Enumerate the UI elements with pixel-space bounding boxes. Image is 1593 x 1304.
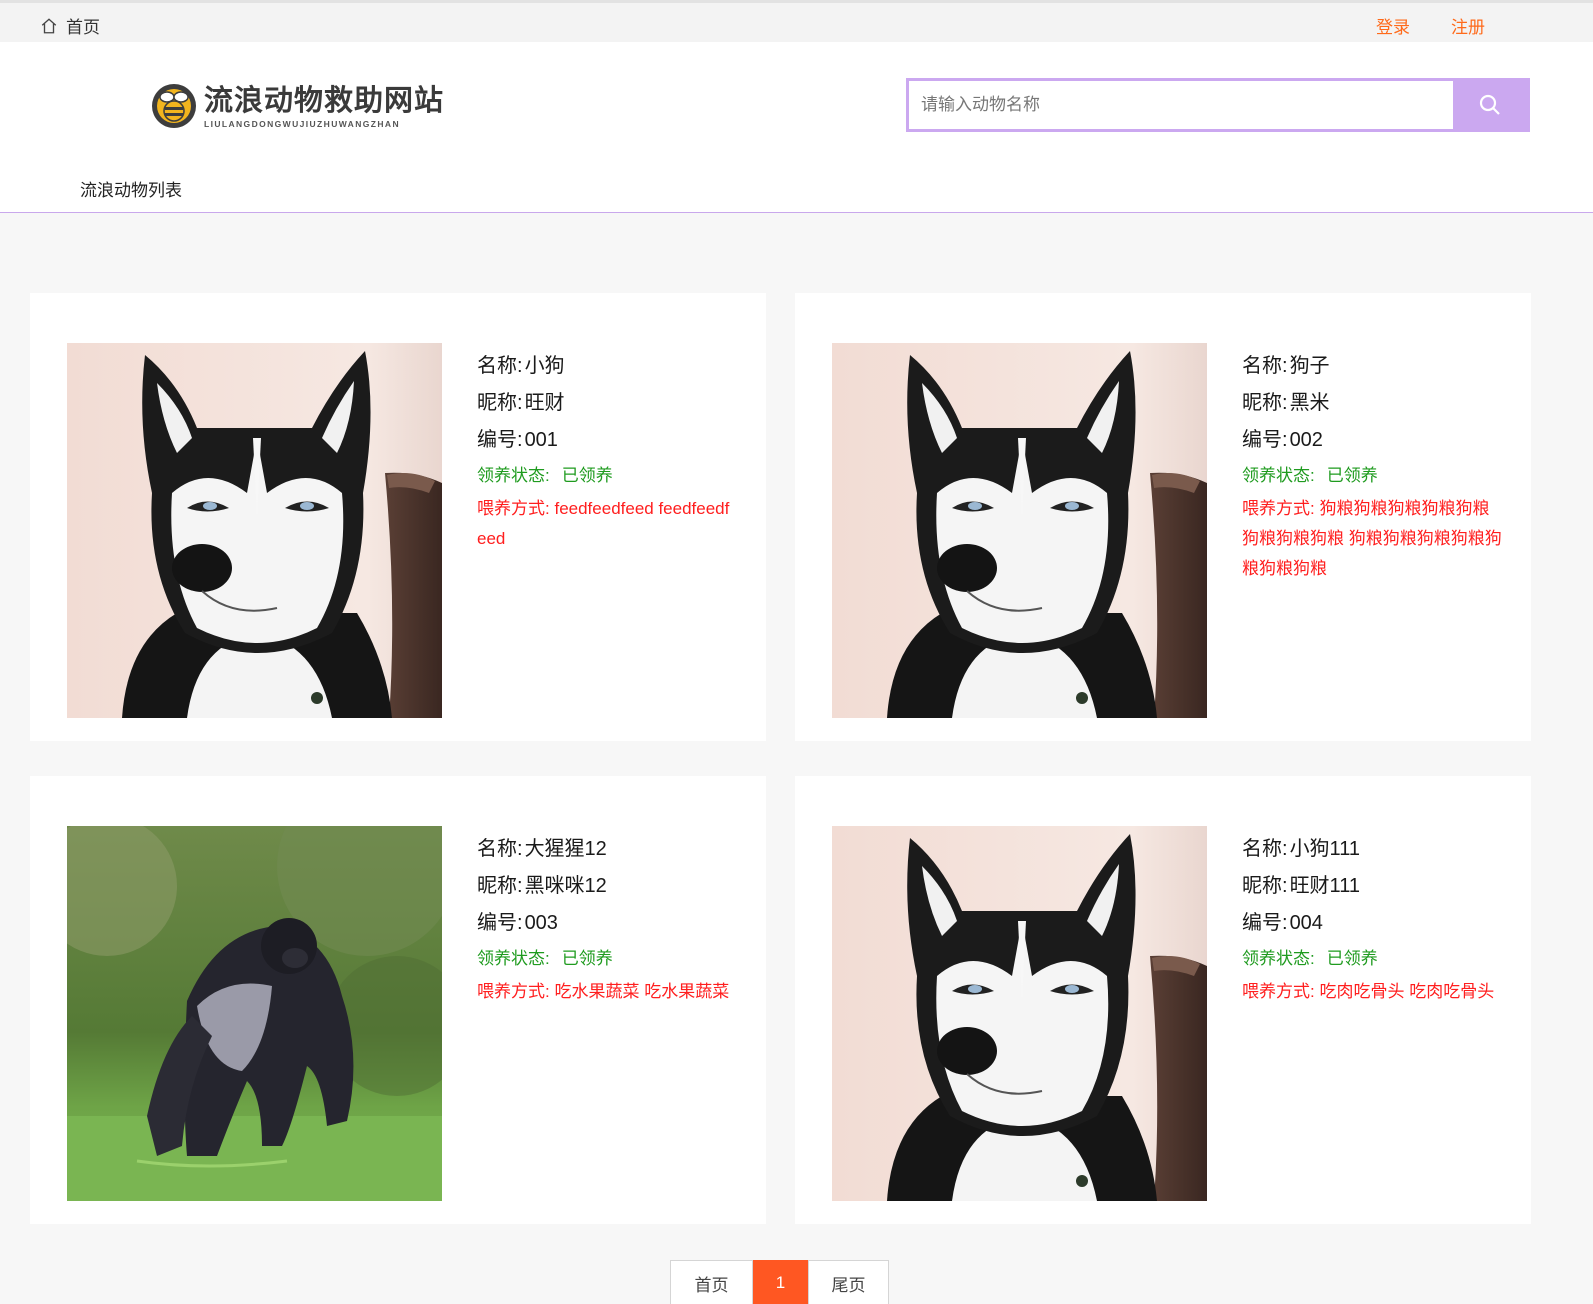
search-icon — [1479, 94, 1500, 115]
search-button[interactable] — [1453, 81, 1527, 129]
animal-card[interactable]: 名称: 狗子 昵称: 黑米 编号: 002 领养状态: 已领养 喂养方式: 狗粮狗粮狗粮… — [795, 293, 1531, 741]
animal-name: 名称: 狗子 — [1242, 355, 1330, 377]
top-bar: 首页 登录 注册 — [0, 0, 1593, 42]
logo-subtitle: LIULANGDONGWUJIUZHUWANGZHAN — [204, 118, 400, 129]
page-last-button[interactable]: 尾页 — [808, 1260, 889, 1304]
login-link[interactable]: 登录 — [1376, 13, 1410, 38]
page-first-button[interactable]: 首页 — [670, 1260, 753, 1304]
animal-number: 编号: 004 — [1242, 912, 1323, 934]
animal-card[interactable]: 名称: 小狗111 昵称: 旺财111 编号: 004 领养状态: 已领养 喂养方式: … — [795, 776, 1531, 1224]
animal-nickname: 昵称: 旺财111 — [1242, 875, 1360, 897]
feeding-method: 喂养方式: 狗粮狗粮狗粮狗粮狗粮狗粮狗粮狗粮 狗粮狗粮狗粮狗粮狗粮狗粮狗粮 — [1242, 499, 1502, 578]
animal-name: 名称: 小狗 — [477, 355, 565, 377]
animal-card[interactable]: 名称: 小狗 昵称: 旺财 编号: 001 领养状态: 已领养 喂养方式: feedfe… — [30, 293, 766, 741]
home-link[interactable]: 首页 — [40, 13, 100, 38]
animal-card[interactable]: 名称: 大猩猩12 昵称: 黑咪咪12 编号: 003 领养状态: 已领养 喂养方式: … — [30, 776, 766, 1224]
animal-photo-husky[interactable] — [67, 343, 442, 718]
animal-name: 名称: 小狗111 — [1242, 838, 1360, 860]
animal-number: 编号: 002 — [1242, 429, 1323, 451]
search-box — [906, 78, 1530, 132]
page-current-button[interactable]: 1 — [753, 1260, 808, 1304]
home-icon — [41, 17, 57, 33]
bee-logo-icon — [152, 84, 196, 128]
search-input[interactable] — [909, 81, 1453, 129]
home-label: 首页 — [66, 18, 100, 37]
register-link[interactable]: 注册 — [1451, 13, 1485, 38]
animal-photo-husky[interactable] — [832, 826, 1207, 1201]
feeding-method: 喂养方式: feedfeedfeed feedfeedfeed — [477, 499, 730, 548]
adoption-status: 领养状态: 已领养 — [1242, 949, 1378, 968]
nav-animal-list[interactable]: 流浪动物列表 — [80, 176, 182, 201]
animal-nickname: 昵称: 黑咪咪12 — [477, 875, 607, 897]
site-logo[interactable]: 流浪动物救助网站 LIULANGDONGWUJIUZHUWANGZHAN — [150, 82, 444, 130]
animal-photo-husky[interactable] — [832, 343, 1207, 718]
logo-title: 流浪动物救助网站 — [204, 84, 445, 117]
animal-photo-gorilla[interactable] — [67, 826, 442, 1201]
animal-nickname: 昵称: 黑米 — [1242, 392, 1330, 414]
pagination: 首页 1 尾页 — [670, 1260, 889, 1304]
animal-number: 编号: 003 — [477, 912, 558, 934]
site-header: 流浪动物救助网站 LIULANGDONGWUJIUZHUWANGZHAN 流浪动… — [0, 42, 1593, 213]
adoption-status: 领养状态: 已领养 — [477, 949, 613, 968]
adoption-status: 领养状态: 已领养 — [477, 466, 613, 485]
animal-name: 名称: 大猩猩12 — [477, 838, 607, 860]
feeding-method: 喂养方式: 吃水果蔬菜 吃水果蔬菜 — [477, 982, 730, 1001]
animal-nickname: 昵称: 旺财 — [477, 392, 565, 414]
feeding-method: 喂养方式: 吃肉吃骨头 吃肉吃骨头 — [1242, 982, 1495, 1001]
adoption-status: 领养状态: 已领养 — [1242, 466, 1378, 485]
animal-number: 编号: 001 — [477, 429, 558, 451]
